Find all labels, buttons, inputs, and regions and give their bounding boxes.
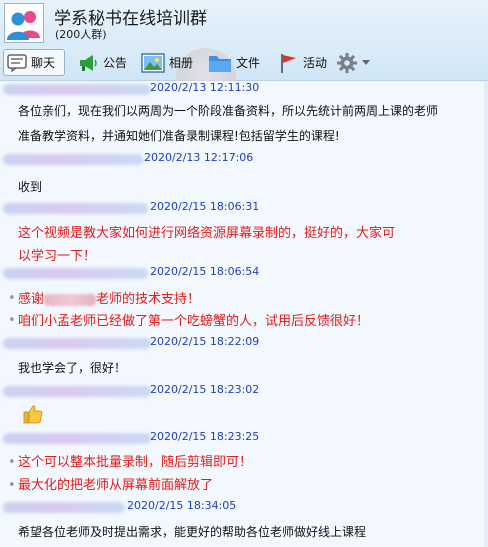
redacted-sender-name xyxy=(3,338,151,349)
group-toolbar: 聊天 公告 相册 文件 活动 xyxy=(0,46,488,118)
redacted-sender-name xyxy=(3,203,148,214)
message-text: 这个可以整本批量录制，随后剪辑即可！ xyxy=(18,455,253,470)
message-text: 感谢 老师的技术支持！ xyxy=(18,288,200,307)
message-timestamp: 2020/2/15 18:06:31 xyxy=(150,200,260,213)
group-avatar[interactable] xyxy=(4,3,44,43)
folder-icon xyxy=(209,55,231,72)
tab-album[interactable]: 相册 xyxy=(141,49,193,76)
settings-menu-button[interactable] xyxy=(336,49,374,76)
tab-announcement[interactable]: 公告 xyxy=(77,49,127,76)
chat-history[interactable]: 2020/2/13 12:11:30 各位亲们，现在我们以两周为一个阶段准备资料… xyxy=(0,81,488,547)
redacted-sender-name xyxy=(3,433,151,444)
message-timestamp: 2020/2/15 18:34:05 xyxy=(127,499,237,512)
redacted-sender-name xyxy=(3,268,148,279)
bullet-dot: • xyxy=(8,313,16,328)
tab-activity-label: 活动 xyxy=(303,56,328,70)
redacted-sender-name xyxy=(3,386,151,397)
gear-icon xyxy=(337,52,357,73)
redacted-sender-name xyxy=(3,502,125,513)
caret-down-icon xyxy=(362,59,370,65)
message-timestamp: 2020/2/15 18:22:09 xyxy=(150,335,260,348)
message-text: 各位亲们，现在我们以两周为一个阶段准备资料，所以先统计前两周上课的老师 xyxy=(18,104,439,118)
message-timestamp: 2020/2/15 18:23:25 xyxy=(150,430,260,443)
message-text: 这个视频是教大家如何进行网络资源屏幕录制的，挺好的，大家可 xyxy=(18,226,396,241)
message-text: 希望各位老师及时提出需求，能更好的帮助各位老师做好线上课程 xyxy=(18,525,367,539)
message-timestamp: 2020/2/13 12:11:30 xyxy=(150,81,260,94)
group-avatar-icon xyxy=(5,4,43,42)
redacted-sender-name xyxy=(3,154,143,165)
megaphone-icon xyxy=(80,54,97,71)
bullet-dot: • xyxy=(8,455,16,470)
tab-album-label: 相册 xyxy=(169,56,194,70)
member-count: (200人群) xyxy=(55,28,107,41)
thumbs-up-icon xyxy=(22,403,44,429)
tab-activity[interactable]: 活动 xyxy=(277,49,327,76)
redacted-teacher-name xyxy=(44,293,97,306)
tab-announcement-label: 公告 xyxy=(103,56,128,70)
chat-bubble-icon xyxy=(7,53,27,72)
message-timestamp: 2020/2/15 18:23:02 xyxy=(150,383,260,396)
tab-files-label: 文件 xyxy=(236,56,261,70)
tab-chat-label: 聊天 xyxy=(31,56,56,70)
message-text: 收到 xyxy=(18,180,43,194)
message-text: 最大化的把老师从屏幕前面解放了 xyxy=(18,478,214,493)
message-text-part: 老师的技术支持！ xyxy=(96,292,201,307)
bullet-dot: • xyxy=(8,478,16,493)
redacted-sender-name xyxy=(3,84,151,95)
message-timestamp: 2020/2/13 12:17:06 xyxy=(144,151,254,164)
message-text-part: 感谢 xyxy=(18,292,45,307)
tab-chat[interactable]: 聊天 xyxy=(3,49,65,76)
chat-scrollbar[interactable] xyxy=(484,81,488,547)
message-text: 准备教学资料，并通知她们准备录制课程!包括留学生的课程! xyxy=(18,129,340,143)
group-header: 学系秘书在线培训群 (200人群) xyxy=(0,0,488,46)
message-timestamp: 2020/2/15 18:06:54 xyxy=(150,265,260,278)
photo-album-icon xyxy=(141,52,165,73)
flag-icon xyxy=(281,53,296,73)
bullet-dot: • xyxy=(8,291,16,306)
message-text: 我也学会了，很好！ xyxy=(18,361,127,375)
message-text: 以学习一下！ xyxy=(18,249,97,264)
tab-files[interactable]: 文件 xyxy=(208,49,260,76)
message-text: 咱们小孟老师已经做了第一个吃螃蟹的人，试用后反馈很好！ xyxy=(18,314,370,329)
